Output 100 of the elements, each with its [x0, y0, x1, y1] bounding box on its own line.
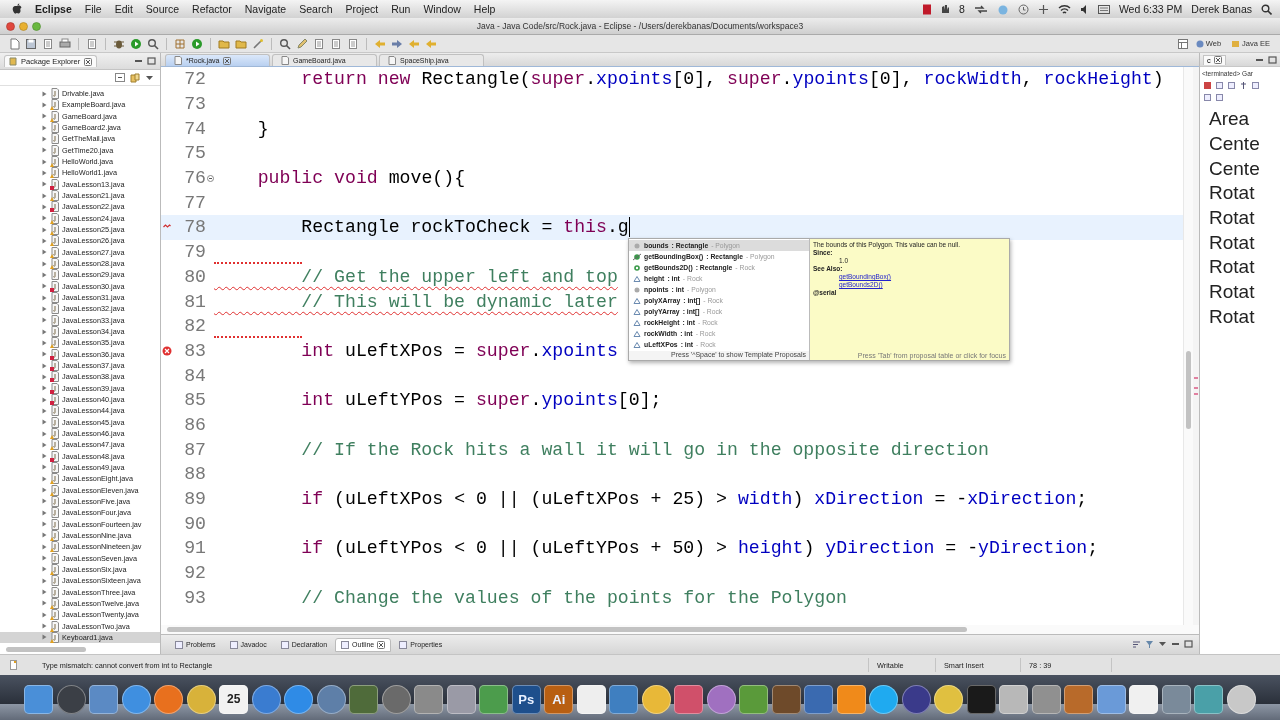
pin-icon[interactable]	[1239, 81, 1248, 90]
clock[interactable]: Wed 6:33 PM	[1118, 3, 1183, 15]
app-icon[interactable]	[446, 684, 476, 714]
doc-icon[interactable]	[1251, 81, 1260, 90]
app-icon[interactable]	[24, 684, 54, 714]
menu-item[interactable]: Search	[299, 3, 333, 15]
wand-icon[interactable]	[252, 37, 264, 50]
app-icon[interactable]	[284, 684, 314, 714]
close-icon[interactable]	[223, 56, 232, 65]
outline-item[interactable]: Rotat	[1200, 181, 1280, 206]
app-icon[interactable]	[414, 684, 444, 714]
folder-icon[interactable]	[235, 37, 247, 50]
app-icon[interactable]	[1031, 684, 1061, 714]
plus-icon[interactable]	[1037, 3, 1049, 15]
outline-item[interactable]: Cente	[1200, 131, 1280, 157]
menu-item[interactable]: Help	[473, 3, 496, 15]
minimize-icon[interactable]	[1171, 640, 1180, 648]
app-icon[interactable]	[739, 684, 769, 714]
close-icon[interactable]	[377, 640, 386, 649]
app-icon[interactable]: 25	[219, 684, 249, 714]
square-icon[interactable]	[1203, 81, 1212, 90]
grid-icon[interactable]	[174, 37, 186, 50]
maximize-icon[interactable]	[147, 57, 156, 65]
menu-item[interactable]: Edit	[114, 3, 133, 15]
outline-item[interactable]: Area	[1200, 107, 1280, 132]
app-icon[interactable]	[316, 684, 346, 714]
maximize-icon[interactable]	[1184, 640, 1193, 648]
menu-item[interactable]: Run	[391, 3, 411, 15]
app-icon[interactable]	[641, 684, 671, 714]
record-icon[interactable]	[922, 3, 933, 15]
sort-icon[interactable]	[1132, 640, 1141, 649]
app-icon[interactable]	[999, 684, 1029, 714]
arrow-right-icon[interactable]	[391, 37, 403, 50]
keyboard-icon[interactable]	[1097, 3, 1110, 15]
app-icon[interactable]	[479, 684, 509, 714]
run-icon[interactable]	[191, 37, 203, 50]
fold-icon[interactable]	[206, 174, 214, 182]
menu-icon[interactable]	[145, 73, 154, 82]
app-icon[interactable]	[251, 684, 281, 714]
filter-icon[interactable]	[1145, 640, 1154, 649]
outline-item[interactable]: Rotat	[1200, 255, 1280, 280]
pencil-icon[interactable]	[296, 37, 308, 50]
menu-item[interactable]: Project	[345, 3, 379, 15]
menu-item[interactable]: Source	[145, 3, 180, 15]
wifi-icon[interactable]	[1057, 3, 1071, 15]
menu-item[interactable]: Refactor	[192, 3, 232, 15]
search-icon[interactable]	[1261, 3, 1272, 15]
menu-item[interactable]: File	[84, 3, 102, 15]
app-icon[interactable]	[804, 684, 834, 714]
app-icon[interactable]	[1064, 684, 1094, 714]
app-icon[interactable]	[1096, 684, 1126, 714]
sync-icon[interactable]	[973, 3, 988, 15]
folder-icon[interactable]	[218, 37, 230, 50]
zoom-button[interactable]	[32, 21, 41, 31]
scrollbar-thumb[interactable]	[6, 647, 86, 652]
menu-item[interactable]: Window	[423, 3, 461, 15]
app-icon[interactable]	[1226, 684, 1256, 714]
link-icon[interactable]	[130, 72, 140, 83]
outline-item[interactable]: Rotat	[1200, 205, 1280, 231]
outline-item[interactable]: Rotat	[1200, 230, 1280, 256]
search-icon[interactable]	[147, 37, 159, 50]
menu-item[interactable]: Eclipse	[35, 3, 72, 15]
clock-icon[interactable]	[1017, 3, 1029, 15]
outline-item[interactable]: Cente	[1200, 156, 1280, 182]
close-icon[interactable]	[1213, 56, 1222, 64]
user-name[interactable]: Derek Banas	[1191, 3, 1252, 15]
app-icon[interactable]: Ps	[511, 684, 541, 714]
layout-icon[interactable]	[1177, 38, 1188, 49]
app-icon[interactable]	[869, 684, 899, 714]
app-icon[interactable]	[89, 684, 119, 714]
new-file-icon[interactable]	[8, 37, 20, 50]
outline-item[interactable]: Rotat	[1200, 279, 1280, 305]
app-icon[interactable]	[121, 684, 151, 714]
close-icon[interactable]	[84, 57, 93, 66]
menu-icon[interactable]	[1158, 640, 1167, 648]
search-icon[interactable]	[279, 37, 291, 50]
doc-icon[interactable]	[86, 37, 98, 50]
doc-icon[interactable]	[347, 37, 359, 50]
apple-icon[interactable]	[12, 3, 22, 15]
doc-icon[interactable]	[42, 37, 54, 50]
run-icon[interactable]	[130, 37, 142, 50]
maximize-icon[interactable]	[1268, 55, 1277, 64]
scrollbar-thumb[interactable]	[1186, 351, 1191, 429]
app-icon[interactable]	[186, 684, 216, 714]
scrollbar-thumb[interactable]	[167, 627, 967, 632]
doc-icon[interactable]	[330, 37, 342, 50]
menu-item[interactable]: Navigate	[244, 3, 287, 15]
app-icon[interactable]: Ai	[544, 684, 574, 714]
close-button[interactable]	[6, 21, 15, 31]
app-icon[interactable]	[609, 684, 639, 714]
app-icon[interactable]	[381, 684, 411, 714]
app-icon[interactable]	[576, 684, 606, 714]
app-icon[interactable]	[674, 684, 704, 714]
app-icon[interactable]	[1194, 684, 1224, 714]
collapse-all-icon[interactable]	[115, 73, 125, 82]
app-icon[interactable]	[1129, 684, 1159, 714]
app-icon[interactable]	[966, 684, 996, 714]
doc-icon[interactable]	[313, 37, 325, 50]
outline-item[interactable]: Rotat	[1200, 304, 1280, 330]
app-icon[interactable]	[154, 684, 184, 714]
